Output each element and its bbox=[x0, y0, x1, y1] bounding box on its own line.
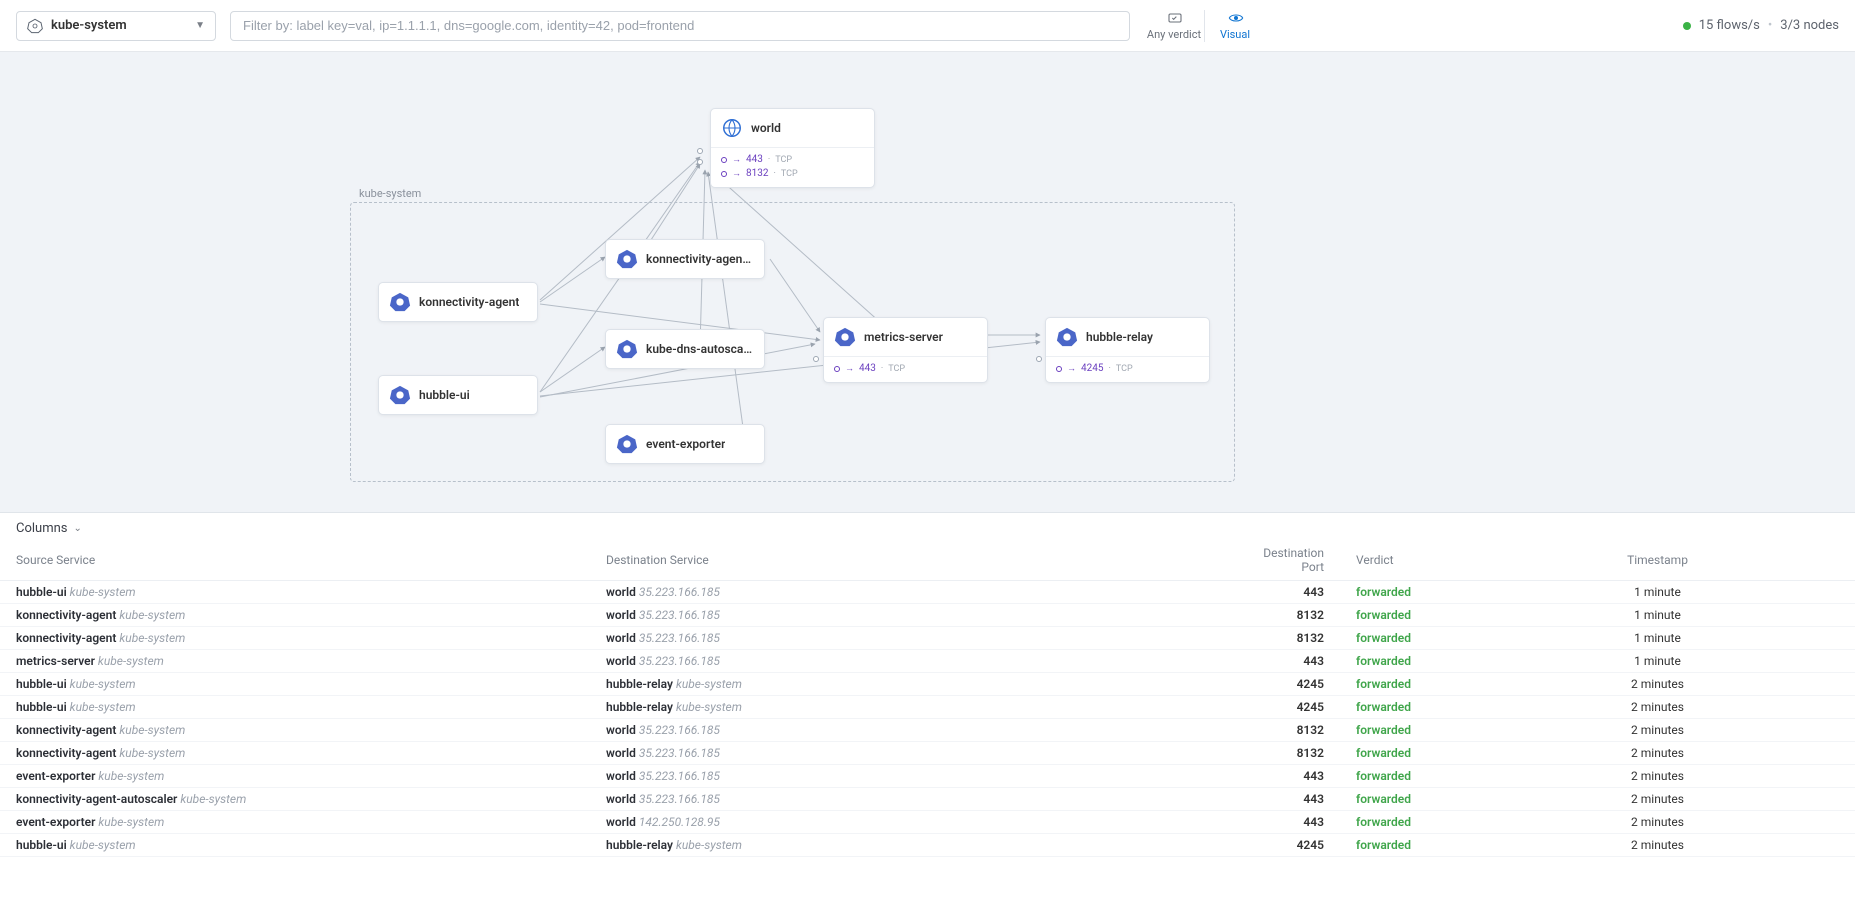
table-row[interactable]: hubble-ui kube-systemhubble-relay kube-s… bbox=[0, 673, 1855, 696]
filter-input[interactable] bbox=[230, 11, 1130, 41]
table-row[interactable]: metrics-server kube-systemworld 35.223.1… bbox=[0, 650, 1855, 673]
node-title: metrics-server bbox=[864, 330, 943, 344]
namespace-box-label: kube-system bbox=[359, 187, 421, 200]
node-ports: →443·TCP →8132·TCP bbox=[711, 147, 874, 187]
connection-dot bbox=[697, 159, 703, 165]
status-bar: 15 flows/s • 3/3 nodes bbox=[1683, 18, 1839, 33]
table-row[interactable]: event-exporter kube-systemworld 142.250.… bbox=[0, 811, 1855, 834]
world-icon bbox=[721, 117, 743, 139]
chevron-down-icon: ⌄ bbox=[74, 523, 82, 534]
node-konnectivity-agent-autoscaler[interactable]: konnectivity-agent-autosc... bbox=[605, 239, 765, 279]
kubernetes-icon bbox=[1056, 326, 1078, 348]
table-row[interactable]: konnectivity-agent kube-systemworld 35.2… bbox=[0, 742, 1855, 765]
any-verdict-label: Any verdict bbox=[1147, 28, 1201, 41]
table-row[interactable]: konnectivity-agent kube-systemworld 35.2… bbox=[0, 604, 1855, 627]
kubernetes-icon bbox=[389, 291, 411, 313]
connection-dot bbox=[697, 148, 703, 154]
node-hubble-ui[interactable]: hubble-ui bbox=[378, 375, 538, 415]
visual-button[interactable]: Visual bbox=[1205, 4, 1265, 48]
namespace-selector[interactable]: kube-system ▼ bbox=[16, 11, 216, 41]
kubernetes-icon bbox=[834, 326, 856, 348]
node-title: kube-dns-autoscaler bbox=[646, 342, 754, 356]
flows-table: Source Service Destination Service Desti… bbox=[0, 540, 1855, 857]
th-timestamp[interactable]: Timestamp bbox=[1460, 540, 1855, 581]
table-header-row: Source Service Destination Service Desti… bbox=[0, 540, 1855, 581]
status-dot-icon bbox=[1683, 22, 1691, 30]
node-title: konnectivity-agent bbox=[419, 295, 519, 309]
node-metrics-server[interactable]: metrics-server →443·TCP bbox=[823, 317, 988, 383]
eye-icon bbox=[1227, 10, 1243, 26]
kubernetes-icon bbox=[616, 338, 638, 360]
table-row[interactable]: konnectivity-agent-autoscaler kube-syste… bbox=[0, 788, 1855, 811]
node-ports: →4245·TCP bbox=[1046, 356, 1209, 382]
node-ports: →443·TCP bbox=[824, 356, 987, 382]
columns-toggle[interactable]: Columns ⌄ bbox=[0, 513, 1855, 540]
table-row[interactable]: konnectivity-agent kube-systemworld 35.2… bbox=[0, 627, 1855, 650]
status-nodes: 3/3 nodes bbox=[1780, 18, 1839, 33]
table-row[interactable]: event-exporter kube-systemworld 35.223.1… bbox=[0, 765, 1855, 788]
status-flows: 15 flows/s bbox=[1699, 18, 1760, 33]
node-title: hubble-ui bbox=[419, 388, 470, 402]
kubernetes-icon bbox=[389, 384, 411, 406]
kubernetes-icon bbox=[27, 18, 43, 34]
node-title: world bbox=[751, 121, 781, 135]
node-title: konnectivity-agent-autosc... bbox=[646, 252, 754, 266]
flows-panel: Columns ⌄ Source Service Destination Ser… bbox=[0, 512, 1855, 918]
node-hubble-relay[interactable]: hubble-relay →4245·TCP bbox=[1045, 317, 1210, 383]
th-port[interactable]: Destination Port bbox=[1240, 540, 1340, 581]
flows-table-wrap[interactable]: Source Service Destination Service Desti… bbox=[0, 540, 1855, 918]
th-verdict[interactable]: Verdict bbox=[1340, 540, 1460, 581]
visual-label: Visual bbox=[1220, 28, 1250, 41]
node-event-exporter[interactable]: event-exporter bbox=[605, 424, 765, 464]
status-separator: • bbox=[1768, 18, 1772, 33]
topology-canvas[interactable]: world →443·TCP →8132·TCP kube-system kon… bbox=[0, 52, 1855, 512]
kubernetes-icon bbox=[616, 248, 638, 270]
node-world[interactable]: world →443·TCP →8132·TCP bbox=[710, 108, 875, 188]
columns-label: Columns bbox=[16, 521, 68, 536]
mode-toggle: Any verdict Visual bbox=[1144, 4, 1265, 48]
kubernetes-icon bbox=[616, 433, 638, 455]
verdict-icon bbox=[1166, 10, 1182, 26]
node-title: hubble-relay bbox=[1086, 330, 1153, 344]
topbar: kube-system ▼ Any verdict Visual 15 flow… bbox=[0, 0, 1855, 52]
th-source[interactable]: Source Service bbox=[0, 540, 590, 581]
node-kube-dns-autoscaler[interactable]: kube-dns-autoscaler bbox=[605, 329, 765, 369]
node-konnectivity-agent[interactable]: konnectivity-agent bbox=[378, 282, 538, 322]
th-destination[interactable]: Destination Service bbox=[590, 540, 1240, 581]
table-row[interactable]: hubble-ui kube-systemworld 35.223.166.18… bbox=[0, 581, 1855, 604]
namespace-label: kube-system bbox=[51, 18, 187, 33]
table-row[interactable]: konnectivity-agent kube-systemworld 35.2… bbox=[0, 719, 1855, 742]
node-title: event-exporter bbox=[646, 437, 725, 451]
chevron-down-icon: ▼ bbox=[195, 20, 205, 31]
table-row[interactable]: hubble-ui kube-systemhubble-relay kube-s… bbox=[0, 696, 1855, 719]
table-row[interactable]: hubble-ui kube-systemhubble-relay kube-s… bbox=[0, 834, 1855, 857]
any-verdict-button[interactable]: Any verdict bbox=[1144, 4, 1204, 48]
